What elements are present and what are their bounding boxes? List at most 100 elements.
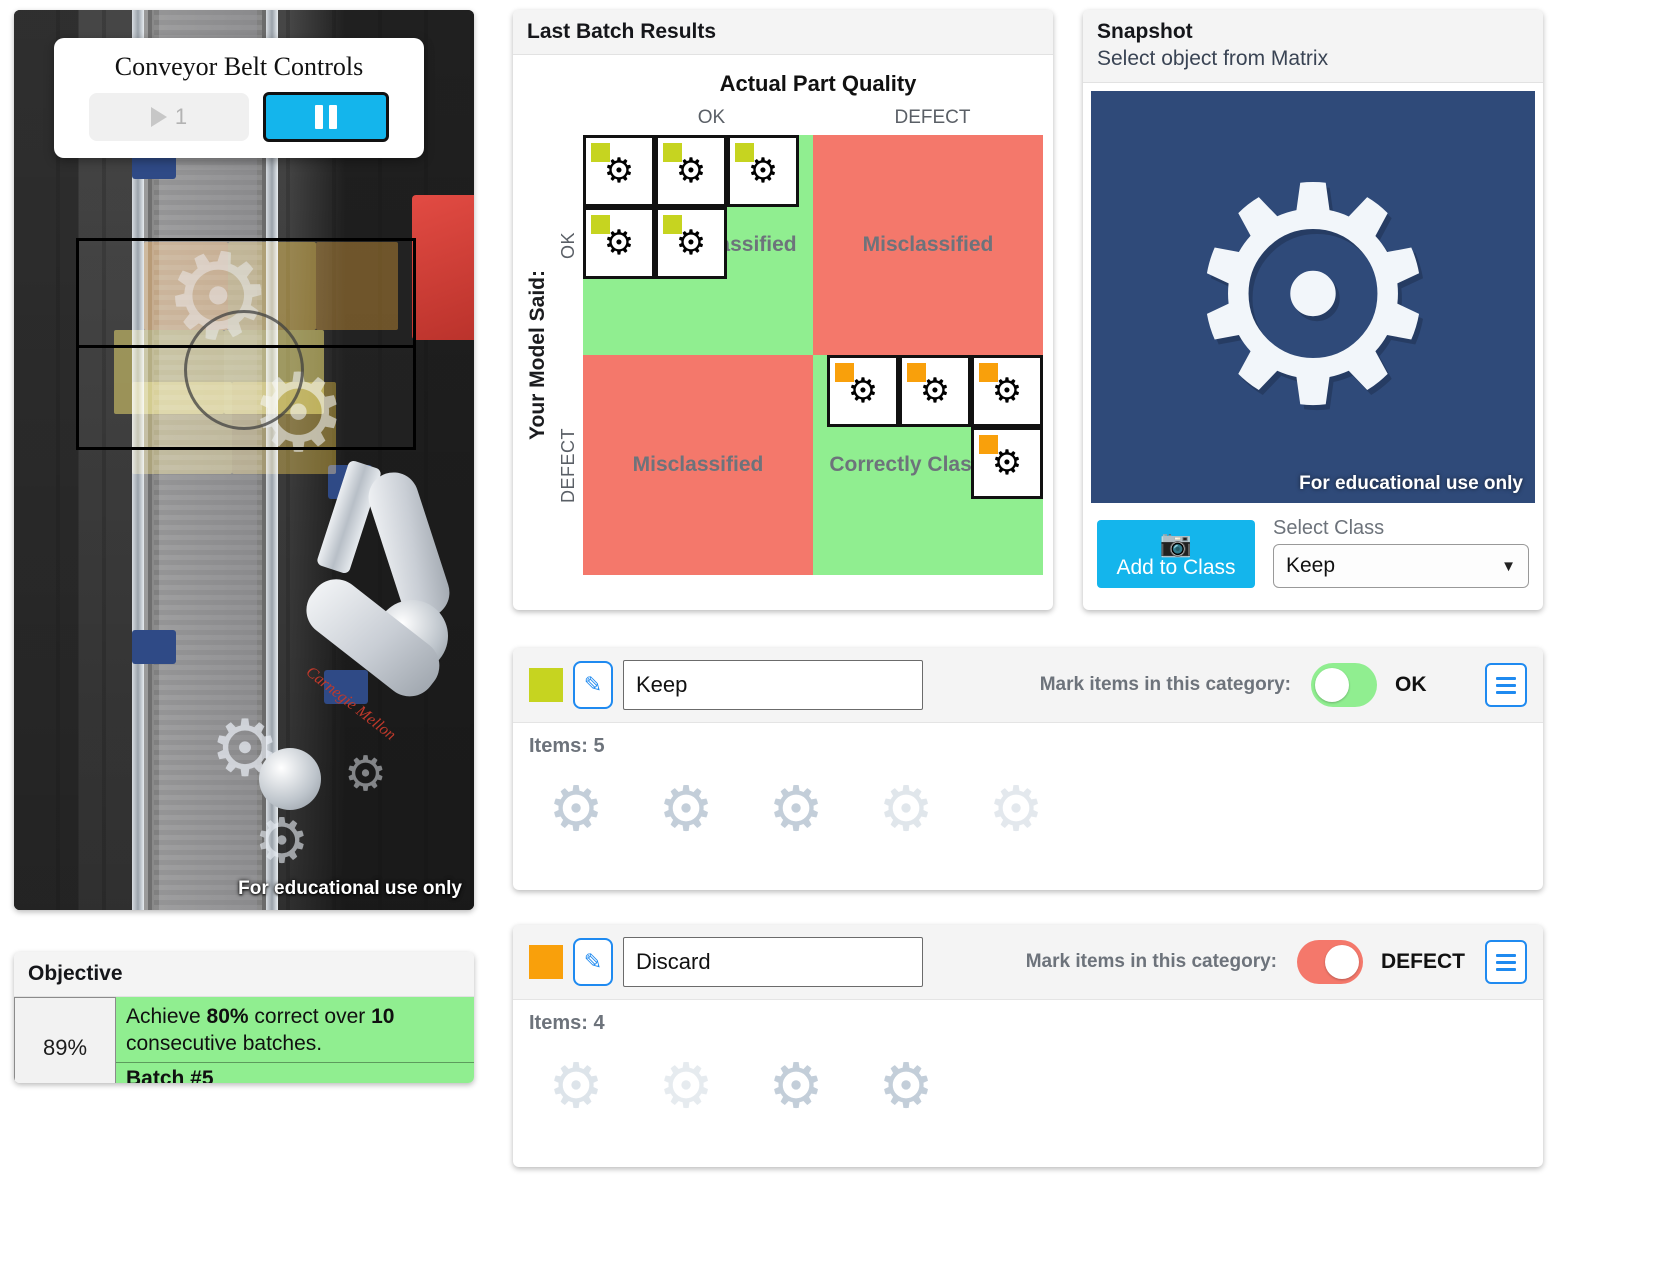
class-tag-discard xyxy=(979,363,998,383)
class-mark-toggle[interactable] xyxy=(1311,663,1377,707)
educational-watermark: For educational use only xyxy=(238,878,462,899)
snapshot-actions: 📷 Add to Class Select Class Keep ▼ xyxy=(1083,503,1543,604)
objective-progress-percent: 89% xyxy=(14,997,116,1083)
matrix-cell-label: Misclassified xyxy=(862,233,994,257)
matrix-x-tick-labels: OK DEFECT xyxy=(601,107,1043,129)
matrix-item-thumbnail[interactable]: ⚙ xyxy=(827,355,899,428)
speed-value: 1 xyxy=(174,104,188,129)
matrix-item-thumbnail[interactable]: ⚙ xyxy=(971,355,1043,428)
class-discard-body: Items: 4 ⚙ ⚙ ⚙ ⚙ xyxy=(513,1000,1543,1139)
class-items-count: Items: 4 xyxy=(529,1012,605,1034)
class-tag-keep xyxy=(663,143,682,163)
class-mark-label: Mark items in this category: xyxy=(1025,951,1277,972)
class-item-thumbnail[interactable]: ⚙ xyxy=(869,1049,943,1123)
matrix-cell-items: ⚙ ⚙ ⚙ ⚙ xyxy=(813,355,1043,575)
matrix-x-tick-ok: OK xyxy=(697,107,726,129)
select-class-value: Keep xyxy=(1286,554,1336,578)
edit-icon[interactable]: ✎ xyxy=(573,661,613,709)
add-to-class-button[interactable]: 📷 Add to Class xyxy=(1097,520,1255,589)
class-toggle-state-label: DEFECT xyxy=(1381,950,1465,973)
matrix-y-tick-ok-wrap: OK xyxy=(553,135,583,355)
objective-batch-count: 10 xyxy=(371,1005,395,1029)
robot-arm: Carnegie Mellon xyxy=(259,465,474,880)
class-tag-discard xyxy=(835,363,854,383)
objective-header: Objective xyxy=(14,952,474,998)
pause-icon xyxy=(315,105,323,129)
gear-icon: ⚙ xyxy=(658,772,714,845)
objective-body: 89% Achieve 80% correct over 10 consecut… xyxy=(14,997,474,1083)
toggle-knob xyxy=(1315,668,1349,702)
class-card-keep: ✎ Mark items in this category: OK Items:… xyxy=(513,648,1543,890)
class-item-thumbnail[interactable]: ⚙ xyxy=(539,1049,613,1123)
matrix-cell-false-defect: Misclassified xyxy=(583,355,813,576)
snapshot-subtitle: Select object from Matrix xyxy=(1097,47,1329,71)
add-to-class-label: Add to Class xyxy=(1116,556,1236,580)
matrix-y-tick-ok: OK xyxy=(557,231,578,259)
class-item-thumbnail[interactable]: ⚙ xyxy=(649,1049,723,1123)
gear-icon: ⚙ xyxy=(878,1049,934,1122)
pause-icon xyxy=(329,105,337,129)
objective-detail: Achieve 80% correct over 10 consecutive … xyxy=(116,997,474,1083)
hamburger-menu-icon[interactable] xyxy=(1485,940,1527,984)
class-name-input[interactable] xyxy=(623,660,923,710)
matrix-x-axis-title: Actual Part Quality xyxy=(719,71,917,97)
class-name-input[interactable] xyxy=(623,937,923,987)
objective-title: Objective xyxy=(28,962,123,985)
class-color-swatch[interactable] xyxy=(529,668,563,702)
matrix-item-thumbnail[interactable]: ⚙ xyxy=(899,355,971,428)
class-item-thumbnail[interactable]: ⚙ xyxy=(979,772,1053,846)
last-batch-results-panel: Last Batch Results Actual Part Quality O… xyxy=(513,10,1053,610)
detection-bounding-box xyxy=(76,238,416,450)
class-items-row: ⚙ ⚙ ⚙ ⚙ ⚙ xyxy=(529,772,1527,846)
arm-gripper xyxy=(259,748,321,810)
matrix-item-thumbnail[interactable]: ⚙ xyxy=(971,427,1043,500)
gear-icon: ⚙ xyxy=(1178,122,1448,472)
gear-icon: ⚙ xyxy=(878,772,934,845)
snapshot-title: Snapshot xyxy=(1097,20,1193,43)
select-class-label: Select Class xyxy=(1273,517,1385,540)
objective-text-middle: correct over xyxy=(248,1005,372,1029)
objective-panel: Objective 89% Achieve 80% correct over 1… xyxy=(14,952,474,1083)
matrix-cell-label: Misclassified xyxy=(632,453,764,477)
conveyor-buttons: 1 xyxy=(68,92,410,142)
hamburger-menu-icon[interactable] xyxy=(1485,663,1527,707)
matrix-item-thumbnail[interactable]: ⚙ xyxy=(727,135,799,208)
matrix-y-tick-defect-wrap: DEFECT xyxy=(553,355,583,575)
play-speed-button[interactable]: 1 xyxy=(89,93,249,141)
matrix-item-thumbnail[interactable]: ⚙ xyxy=(655,135,727,208)
matrix-y-tick-labels: OK DEFECT xyxy=(553,135,583,575)
matrix-cell-items: ⚙ ⚙ ⚙ ⚙ ⚙ xyxy=(583,135,813,355)
class-item-thumbnail[interactable]: ⚙ xyxy=(869,772,943,846)
confusion-matrix: Actual Part Quality OK DEFECT Your Model… xyxy=(513,55,1053,589)
class-discard-header: ✎ Mark items in this category: DEFECT xyxy=(513,925,1543,1000)
select-class-dropdown[interactable]: Keep ▼ xyxy=(1273,544,1529,589)
class-toggle-state-label: OK xyxy=(1395,673,1427,696)
select-class-group: Select Class Keep ▼ xyxy=(1273,517,1529,589)
gear-icon: ⚙ xyxy=(658,1049,714,1122)
pause-button[interactable] xyxy=(263,92,389,142)
conveyor-belt-controls-panel: Conveyor Belt Controls 1 xyxy=(54,38,424,158)
matrix-item-thumbnail[interactable]: ⚙ xyxy=(583,207,655,280)
add-photo-icon: 📷 xyxy=(1159,528,1193,559)
matrix-cell-true-defect: Correctly Classified ⚙ ⚙ ⚙ ⚙ xyxy=(813,355,1043,576)
matrix-grid: Correctly Classified ⚙ ⚙ ⚙ ⚙ ⚙ Misclassi… xyxy=(583,135,1043,576)
matrix-y-tick-defect: DEFECT xyxy=(557,427,578,503)
matrix-item-thumbnail[interactable]: ⚙ xyxy=(583,135,655,208)
play-icon xyxy=(150,107,167,127)
matrix-item-thumbnail[interactable]: ⚙ xyxy=(655,207,727,280)
edit-icon[interactable]: ✎ xyxy=(573,938,613,986)
matrix-body: Your Model Said: OK DEFECT Correctly Cla… xyxy=(523,135,1043,576)
class-item-thumbnail[interactable]: ⚙ xyxy=(649,772,723,846)
class-mark-toggle[interactable] xyxy=(1297,940,1363,984)
class-item-thumbnail[interactable]: ⚙ xyxy=(539,772,613,846)
matrix-y-axis-title: Your Model Said: xyxy=(526,270,549,441)
class-color-swatch[interactable] xyxy=(529,945,563,979)
matrix-header: Last Batch Results xyxy=(513,10,1053,56)
class-tag-keep xyxy=(591,143,610,163)
class-item-thumbnail[interactable]: ⚙ xyxy=(759,1049,833,1123)
matrix-cell-true-ok: Correctly Classified ⚙ ⚙ ⚙ ⚙ ⚙ xyxy=(583,135,813,356)
red-bin xyxy=(412,195,474,340)
objective-text-prefix: Achieve xyxy=(126,1005,207,1029)
app-root: ⚙ ⚙ ⚙ ⚙ ⚙ Carnegie Mellon For education xyxy=(0,0,1678,1269)
class-item-thumbnail[interactable]: ⚙ xyxy=(759,772,833,846)
